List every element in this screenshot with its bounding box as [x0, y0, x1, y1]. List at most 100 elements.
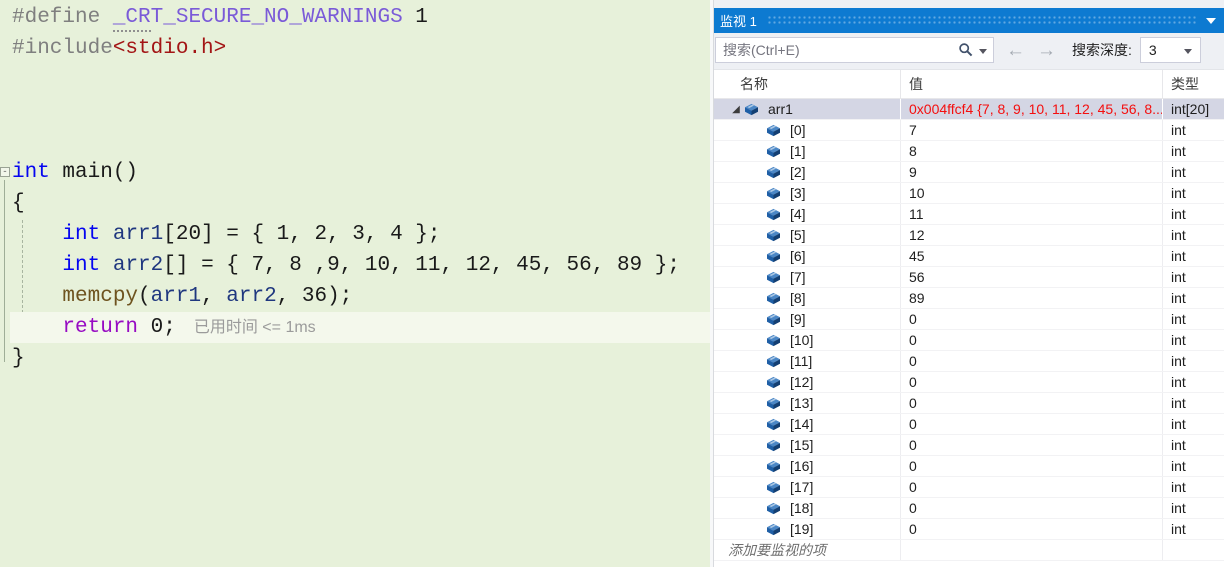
- column-header-value[interactable]: 值: [901, 70, 1163, 98]
- watch-value-cell[interactable]: 0: [901, 351, 1163, 371]
- search-prev-button[interactable]: ←: [1006, 41, 1025, 60]
- code-token: ,: [201, 285, 227, 308]
- column-header-type[interactable]: 类型: [1163, 70, 1224, 98]
- code-editor[interactable]: - #define _CRT_SECURE_NO_WARNINGS 1 #incl…: [0, 0, 710, 567]
- watch-type-cell: int: [1171, 290, 1186, 306]
- watch-value-cell[interactable]: 0: [901, 309, 1163, 329]
- add-watch-label: 添加要监视的项: [728, 542, 826, 558]
- watch-type-cell: int: [1171, 353, 1186, 369]
- watch-value-cell[interactable]: 0: [901, 498, 1163, 518]
- watch-value-cell[interactable]: 0: [901, 414, 1163, 434]
- fold-collapse-icon[interactable]: -: [0, 167, 10, 177]
- watch-row[interactable]: [13] 0 int: [714, 393, 1224, 414]
- titlebar-drag-texture: [766, 15, 1196, 26]
- code-line: {: [10, 188, 710, 219]
- watch-value-cell[interactable]: 56: [901, 267, 1163, 287]
- watch-name-cell: [11]: [714, 351, 901, 371]
- watch-name-cell: [1]: [714, 141, 901, 161]
- perf-tip[interactable]: 已用时间 <= 1ms: [194, 319, 316, 336]
- watch-row[interactable]: [11] 0 int: [714, 351, 1224, 372]
- column-header-name[interactable]: 名称: [714, 70, 901, 98]
- code-token: [] = { 7, 8 ,9, 10, 11, 12, 45, 56, 89 }…: [163, 254, 680, 277]
- watch-value-cell[interactable]: 12: [901, 225, 1163, 245]
- watch-value-cell[interactable]: 0: [901, 456, 1163, 476]
- window-menu-caret-icon[interactable]: [1206, 17, 1216, 24]
- code-line: #include<stdio.h>: [10, 33, 710, 64]
- watch-value-cell[interactable]: 0: [901, 393, 1163, 413]
- watch-row[interactable]: [7] 56 int: [714, 267, 1224, 288]
- code-token: int: [12, 161, 50, 184]
- code-line: }: [10, 343, 710, 374]
- watch-titlebar[interactable]: 监视 1: [714, 8, 1224, 33]
- watch-value-cell[interactable]: 0: [901, 519, 1163, 539]
- variable-icon: [767, 397, 780, 409]
- watch-variable-name: [12]: [790, 374, 814, 390]
- watch-row[interactable]: [4] 11 int: [714, 204, 1224, 225]
- watch-row[interactable]: [9] 0 int: [714, 309, 1224, 330]
- watch-value-cell[interactable]: 0: [901, 435, 1163, 455]
- search-options-caret-icon[interactable]: [979, 48, 987, 54]
- watch-title: 监视 1: [720, 14, 757, 29]
- watch-row[interactable]: [10] 0 int: [714, 330, 1224, 351]
- watch-value-cell[interactable]: 7: [901, 120, 1163, 140]
- watch-row[interactable]: ◢ arr1 0x004ffcf4 {7, 8, 9, 10, 11, 12, 45…: [714, 99, 1224, 120]
- search-input[interactable]: [723, 42, 958, 58]
- code-token: (: [138, 285, 151, 308]
- watch-row[interactable]: [3] 10 int: [714, 183, 1224, 204]
- variable-icon: [767, 334, 780, 346]
- watch-row[interactable]: [6] 45 int: [714, 246, 1224, 267]
- watch-row[interactable]: [17] 0 int: [714, 477, 1224, 498]
- watch-value-cell[interactable]: 8: [901, 141, 1163, 161]
- watch-value-cell[interactable]: 10: [901, 183, 1163, 203]
- watch-variable-name: [8]: [790, 290, 806, 306]
- code-token: {: [12, 192, 25, 215]
- watch-row[interactable]: [15] 0 int: [714, 435, 1224, 456]
- watch-row[interactable]: [0] 7 int: [714, 120, 1224, 141]
- watch-value-cell[interactable]: 0: [901, 372, 1163, 392]
- watch-column-headers: 名称 值 类型: [714, 70, 1224, 99]
- watch-search-row: ← → 搜索深度: 3: [714, 33, 1224, 70]
- depth-combo-caret-icon: [1183, 48, 1192, 54]
- code-token: return: [62, 316, 139, 339]
- search-box[interactable]: [715, 37, 994, 63]
- add-watch-row[interactable]: 添加要监视的项: [714, 540, 1224, 561]
- watch-row[interactable]: [5] 12 int: [714, 225, 1224, 246]
- watch-name-cell: [6]: [714, 246, 901, 266]
- watch-row[interactable]: [16] 0 int: [714, 456, 1224, 477]
- watch-value-cell[interactable]: 0: [901, 477, 1163, 497]
- watch-row[interactable]: [19] 0 int: [714, 519, 1224, 540]
- watch-row[interactable]: [8] 89 int: [714, 288, 1224, 309]
- watch-value-cell[interactable]: 0x004ffcf4 {7, 8, 9, 10, 11, 12, 45, 56,…: [901, 99, 1163, 119]
- search-next-button[interactable]: →: [1037, 41, 1056, 60]
- watch-type-cell: int: [1171, 437, 1186, 453]
- search-icon[interactable]: [958, 42, 974, 58]
- watch-row[interactable]: [18] 0 int: [714, 498, 1224, 519]
- code-token: arr1: [112, 223, 164, 246]
- search-depth-combo[interactable]: 3: [1139, 37, 1201, 63]
- watch-variable-name: arr1: [768, 101, 793, 117]
- variable-icon: [767, 166, 780, 178]
- watch-type-cell: int: [1171, 248, 1186, 264]
- watch-row[interactable]: [1] 8 int: [714, 141, 1224, 162]
- watch-row[interactable]: [12] 0 int: [714, 372, 1224, 393]
- watch-type-cell: int: [1171, 395, 1186, 411]
- watch-value-cell[interactable]: 45: [901, 246, 1163, 266]
- watch-row[interactable]: [2] 9 int: [714, 162, 1224, 183]
- watch-variable-name: [17]: [790, 479, 814, 495]
- watch-type-cell: int: [1171, 479, 1186, 495]
- watch-value-cell[interactable]: 0: [901, 330, 1163, 350]
- code-token: main(): [49, 161, 139, 184]
- code-token: , 36);: [276, 285, 353, 308]
- watch-variable-name: [0]: [790, 122, 806, 138]
- watch-rows: ◢ arr1 0x004ffcf4 {7, 8, 9, 10, 11, 12, 45…: [714, 99, 1224, 540]
- expanded-icon[interactable]: ◢: [728, 104, 744, 115]
- watch-value-cell[interactable]: 11: [901, 204, 1163, 224]
- watch-value-cell[interactable]: 9: [901, 162, 1163, 182]
- watch-name-cell: [7]: [714, 267, 901, 287]
- watch-row[interactable]: [14] 0 int: [714, 414, 1224, 435]
- watch-type-cell: int: [1171, 332, 1186, 348]
- watch-value-cell[interactable]: 89: [901, 288, 1163, 308]
- code-token: #define: [12, 6, 113, 29]
- code-token: int: [62, 254, 101, 277]
